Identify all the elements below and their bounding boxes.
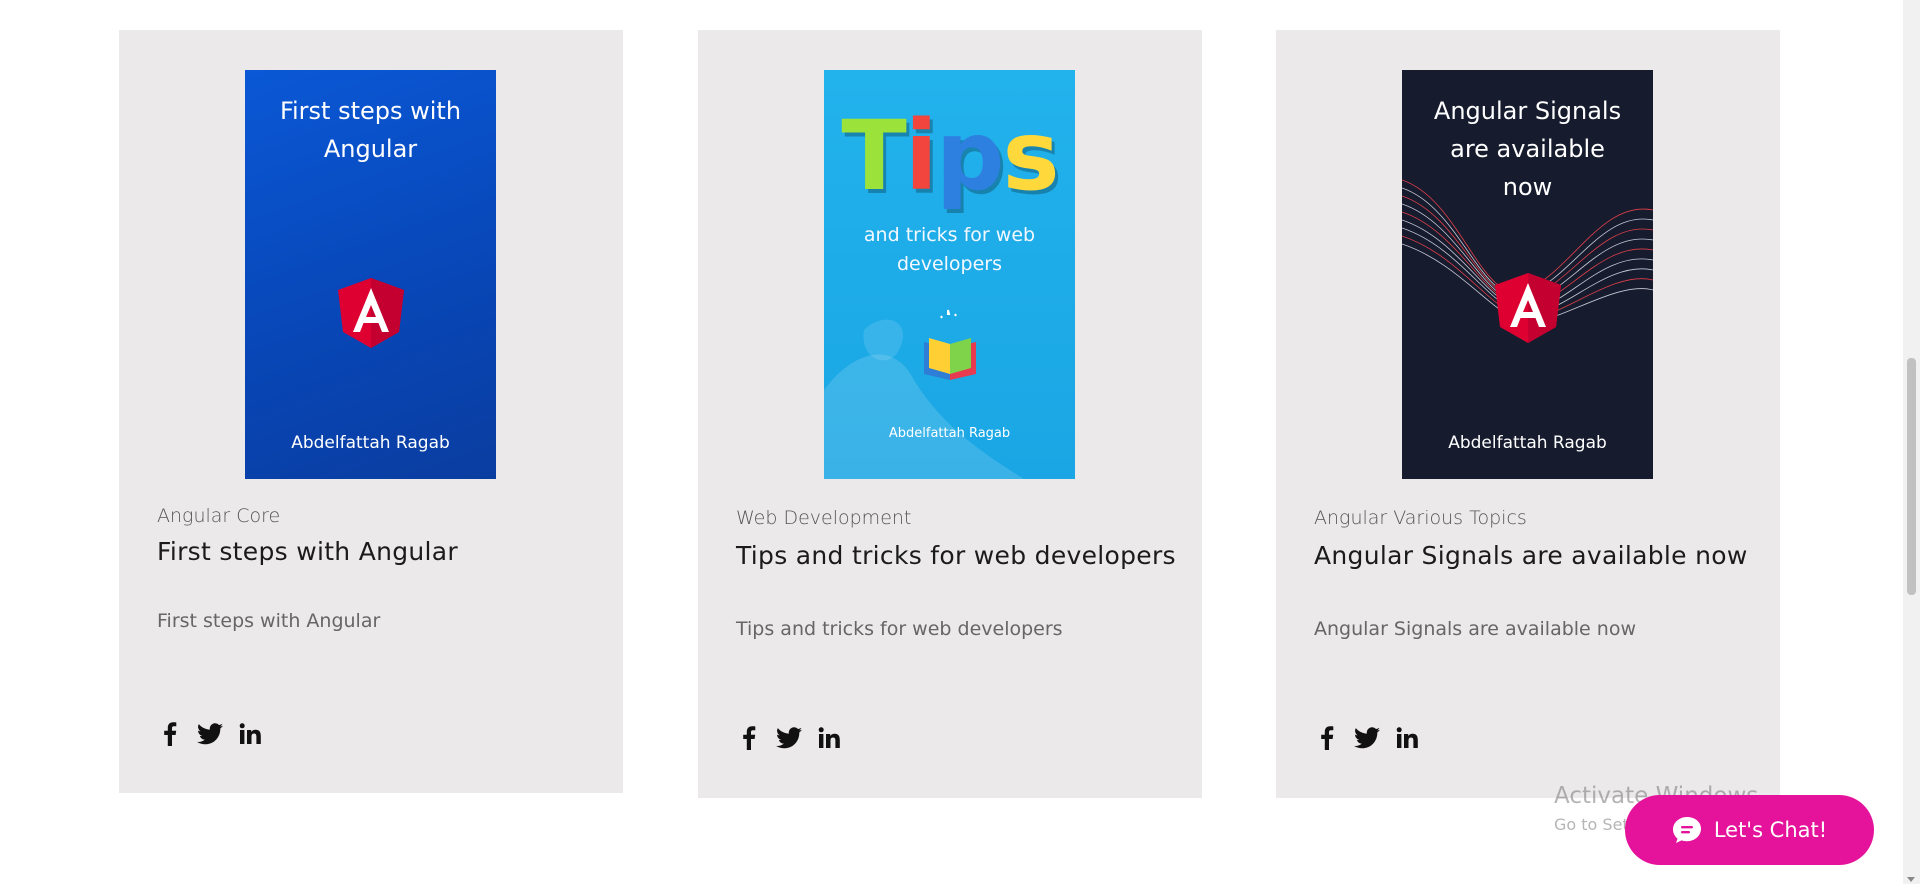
post-excerpt: First steps with Angular [157,610,381,632]
cover-author: Abdelfattah Ragab [291,433,450,453]
chat-button-label: Let's Chat! [1713,818,1828,842]
twitter-icon[interactable] [197,721,223,747]
post-category-link[interactable]: Web Development [736,507,1182,529]
post-cover-image[interactable]: First steps with Angular Abdelfattah Rag… [245,70,496,479]
facebook-icon[interactable] [736,725,762,751]
blog-post-card-signals[interactable]: Angular Signals are available now Abdelf… [1276,30,1780,798]
scrollbar-thumb[interactable] [1907,358,1916,595]
post-cover-image[interactable]: Tips and tricks for web developers Abdel… [824,70,1075,479]
open-book-icon [924,309,976,380]
page-scrollbar[interactable] [1903,0,1920,884]
share-bar [736,725,842,751]
facebook-icon[interactable] [1314,725,1340,751]
post-cover-image[interactable]: Angular Signals are available now Abdelf… [1402,70,1653,479]
twitter-icon[interactable] [776,725,802,751]
cover-subtitle: and tricks for web developers [863,224,1036,275]
post-title-link[interactable]: First steps with Angular [157,537,603,566]
post-title-link[interactable]: Angular Signals are available now [1314,541,1760,570]
post-excerpt: Tips and tricks for web developers [736,618,1063,640]
post-category-link[interactable]: Angular Various Topics [1314,507,1760,529]
facebook-icon[interactable] [157,721,183,747]
share-bar [157,721,263,747]
cover-headline-letter: p [935,100,1005,212]
share-bar [1314,725,1420,751]
linkedin-icon[interactable] [816,725,842,751]
cover-headline-letter: s [1002,100,1059,212]
post-excerpt: Angular Signals are available now [1314,618,1636,640]
cover-title: Angular Signals are available now [1433,97,1622,201]
post-category-link[interactable]: Angular Core [157,505,603,527]
cover-headline: Tips [824,108,1075,204]
cover-author: Abdelfattah Ragab [1448,433,1607,453]
linkedin-icon[interactable] [1394,725,1420,751]
linkedin-icon[interactable] [237,721,263,747]
lets-chat-button[interactable]: Let's Chat! [1625,795,1874,865]
cover-headline-letter: T [841,100,906,212]
post-title-link[interactable]: Tips and tricks for web developers [736,541,1182,570]
angular-logo-icon [337,278,404,348]
chat-bubble-icon [1672,817,1701,843]
cover-title: First steps with Angular [279,97,462,163]
scroll-down-arrow-icon[interactable] [1907,877,1915,882]
cover-headline-letter: i [904,100,938,212]
blog-post-card-tips[interactable]: Tips and tricks for web developers Abdel… [698,30,1202,798]
blog-post-card-first-steps[interactable]: First steps with Angular Abdelfattah Rag… [119,30,623,793]
twitter-icon[interactable] [1354,725,1380,751]
cover-author: Abdelfattah Ragab [888,426,1011,441]
angular-logo-icon [1494,273,1561,343]
